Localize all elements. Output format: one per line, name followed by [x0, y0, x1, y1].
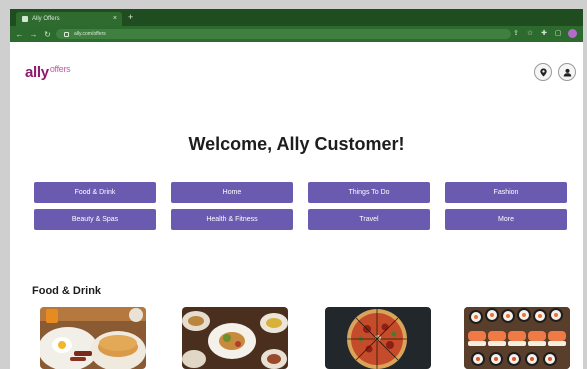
dinner-card[interactable] [182, 307, 288, 369]
url-input[interactable]: ally.com/offers [56, 29, 511, 39]
share-icon[interactable]: ⇪ [512, 30, 520, 38]
address-bar: ← → ↻ ally.com/offers ⇪ ☆ ✚ ▢ [10, 26, 583, 42]
account-button[interactable] [558, 63, 576, 81]
category-food-drink-button[interactable]: Food & Drink [34, 182, 156, 203]
page-content: allyoffers Welcome, Ally Customer! Food … [10, 42, 583, 369]
close-tab-icon[interactable]: × [113, 14, 117, 23]
pizza-image [325, 307, 431, 369]
new-tab-icon[interactable]: + [128, 12, 133, 22]
offer-cards [40, 307, 570, 369]
section-title: Food & Drink [32, 285, 102, 297]
category-more-button[interactable]: More [445, 209, 567, 230]
lock-icon [64, 31, 69, 37]
dinner-plate-image [182, 307, 288, 369]
category-home-button[interactable]: Home [171, 182, 293, 203]
category-travel-button[interactable]: Travel [308, 209, 430, 230]
sushi-image [464, 307, 570, 369]
back-icon[interactable]: ← [15, 30, 24, 39]
category-grid: Food & Drink Home Things To Do Fashion B… [34, 182, 568, 230]
category-things-to-do-button[interactable]: Things To Do [308, 182, 430, 203]
url-text: ally.com/offers [74, 31, 106, 37]
logo-sup-text: offers [49, 64, 71, 74]
extensions-icon[interactable]: ✚ [540, 30, 548, 38]
forward-icon[interactable]: → [29, 30, 38, 39]
ally-offers-logo[interactable]: allyoffers [25, 64, 71, 81]
sushi-card[interactable] [464, 307, 570, 369]
breakfast-card[interactable] [40, 307, 146, 369]
reload-icon[interactable]: ↻ [43, 30, 52, 39]
sidebar-icon[interactable]: ▢ [554, 30, 562, 38]
browser-tab[interactable]: Ally Offers × [16, 12, 122, 26]
map-pin-icon [539, 67, 547, 77]
toolbar-actions: ⇪ ☆ ✚ ▢ [512, 29, 577, 38]
browser-window: Ally Offers × + ← → ↻ ally.com/offers ⇪ … [10, 9, 583, 369]
user-icon [563, 68, 571, 77]
tab-bar: Ally Offers × + [10, 9, 583, 26]
category-health-fitness-button[interactable]: Health & Fitness [171, 209, 293, 230]
star-icon[interactable]: ☆ [526, 30, 534, 38]
tab-title: Ally Offers [32, 16, 60, 22]
location-button[interactable] [534, 63, 552, 81]
pizza-card[interactable] [325, 307, 431, 369]
welcome-heading: Welcome, Ally Customer! [188, 134, 405, 154]
favicon-icon [22, 16, 28, 22]
profile-avatar[interactable] [568, 29, 577, 38]
logo-main-text: ally [25, 64, 49, 81]
category-fashion-button[interactable]: Fashion [445, 182, 567, 203]
breakfast-image [40, 307, 146, 369]
category-beauty-spas-button[interactable]: Beauty & Spas [34, 209, 156, 230]
